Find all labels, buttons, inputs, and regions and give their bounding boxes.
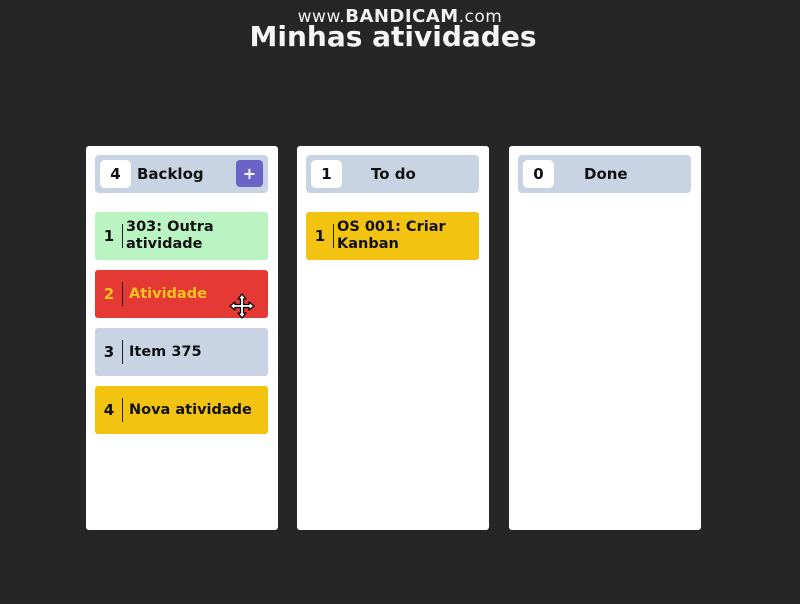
column-done: 0 Done bbox=[509, 146, 701, 530]
count-badge: 0 bbox=[523, 160, 554, 188]
card-number: 4 bbox=[103, 401, 115, 419]
card-divider bbox=[122, 398, 123, 422]
card-number: 2 bbox=[103, 285, 115, 303]
column-header: 4 Backlog + bbox=[95, 155, 268, 193]
column-title: To do bbox=[371, 165, 416, 183]
card-divider bbox=[122, 282, 123, 306]
card-divider bbox=[122, 224, 123, 248]
card-item[interactable]: 3 Item 375 bbox=[95, 328, 268, 376]
column-todo: 1 To do 1 OS 001: Criar Kanban bbox=[297, 146, 489, 530]
column-backlog: 4 Backlog + 1 303: Outra atividade 2 Ati… bbox=[86, 146, 278, 530]
card-text: 303: Outra atividade bbox=[126, 219, 214, 252]
card-number: 1 bbox=[103, 227, 115, 245]
card-item[interactable]: 4 Nova atividade bbox=[95, 386, 268, 434]
column-header: 1 To do bbox=[306, 155, 479, 193]
card-item[interactable]: 1 303: Outra atividade bbox=[95, 212, 268, 260]
move-cursor-icon bbox=[229, 293, 255, 319]
column-title: Done bbox=[584, 165, 628, 183]
card-divider bbox=[122, 340, 123, 364]
count-badge: 1 bbox=[311, 160, 342, 188]
page-title: Minhas atividades bbox=[249, 20, 537, 53]
column-header: 0 Done bbox=[518, 155, 691, 193]
card-number: 3 bbox=[103, 343, 115, 361]
count-badge: 4 bbox=[100, 160, 131, 188]
card-text: Nova atividade bbox=[129, 401, 252, 418]
card-text: Item 375 bbox=[129, 343, 202, 360]
card-text: OS 001: Criar Kanban bbox=[337, 219, 446, 252]
column-title: Backlog bbox=[137, 165, 204, 183]
card-divider bbox=[333, 224, 334, 248]
card-item[interactable]: 1 OS 001: Criar Kanban bbox=[306, 212, 479, 260]
card-number: 1 bbox=[314, 227, 326, 245]
add-card-button[interactable]: + bbox=[236, 160, 263, 187]
